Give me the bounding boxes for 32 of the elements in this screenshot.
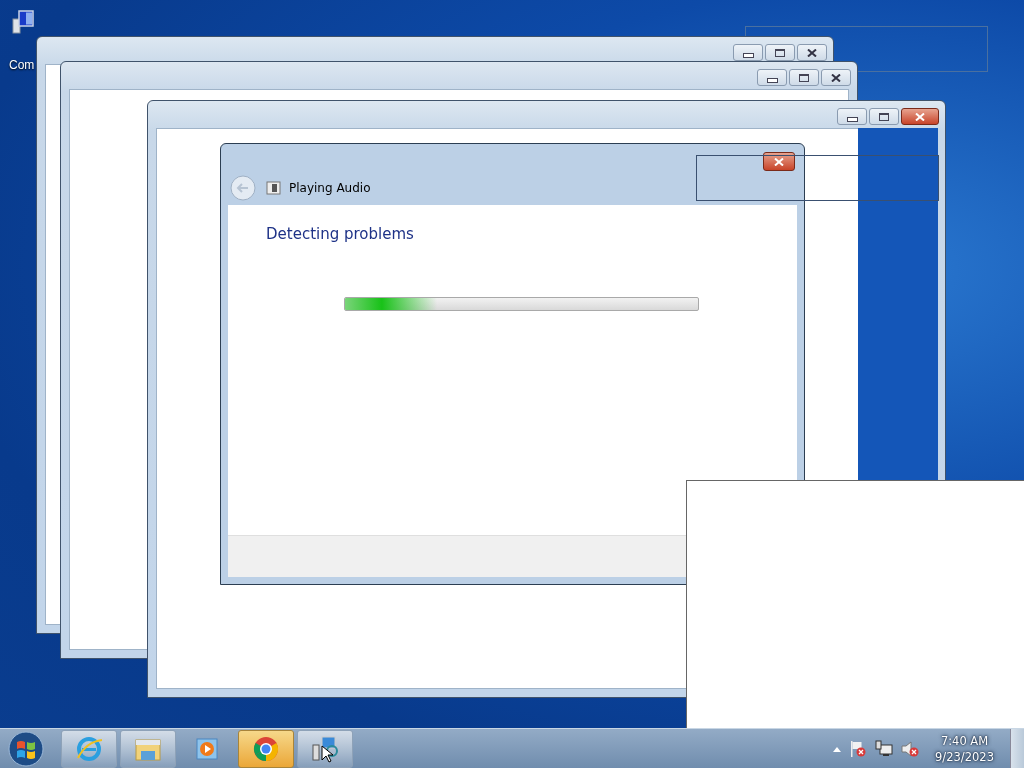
close-button[interactable] [797, 44, 827, 61]
clock-date: 9/23/2023 [935, 749, 994, 765]
taskbar-button[interactable] [238, 730, 294, 768]
maximize-button[interactable] [789, 69, 819, 86]
show-hidden-icons-icon[interactable] [833, 746, 842, 752]
clock-time: 7:40 AM [940, 733, 989, 749]
computer-icon[interactable] [12, 10, 34, 34]
maximize-button[interactable] [869, 108, 899, 125]
taskbar-button[interactable] [297, 730, 353, 768]
minimize-button[interactable] [837, 108, 867, 125]
close-icon [831, 73, 841, 82]
minimize-button[interactable] [733, 44, 763, 61]
close-icon [774, 157, 784, 166]
close-icon [915, 112, 925, 121]
start-button[interactable] [6, 729, 46, 768]
ie-icon [74, 734, 104, 764]
dialog-title: Playing Audio [289, 181, 371, 195]
desktop-icon-label[interactable]: Com [9, 58, 35, 72]
chrome-icon [251, 734, 281, 764]
close-button[interactable] [901, 108, 939, 125]
show-desktop-button[interactable] [1010, 729, 1024, 768]
troubleshooter-icon [266, 180, 282, 196]
close-icon [807, 48, 817, 57]
minimize-button[interactable] [757, 69, 787, 86]
action-center-error-icon[interactable] [849, 740, 868, 758]
status-heading: Detecting problems [266, 225, 415, 243]
close-button[interactable] [763, 152, 795, 171]
network-setup-icon [310, 734, 340, 764]
close-button[interactable] [821, 69, 851, 86]
maximize-button[interactable] [765, 44, 795, 61]
speaker-muted-icon[interactable] [901, 740, 920, 758]
network-icon[interactable] [875, 740, 894, 758]
